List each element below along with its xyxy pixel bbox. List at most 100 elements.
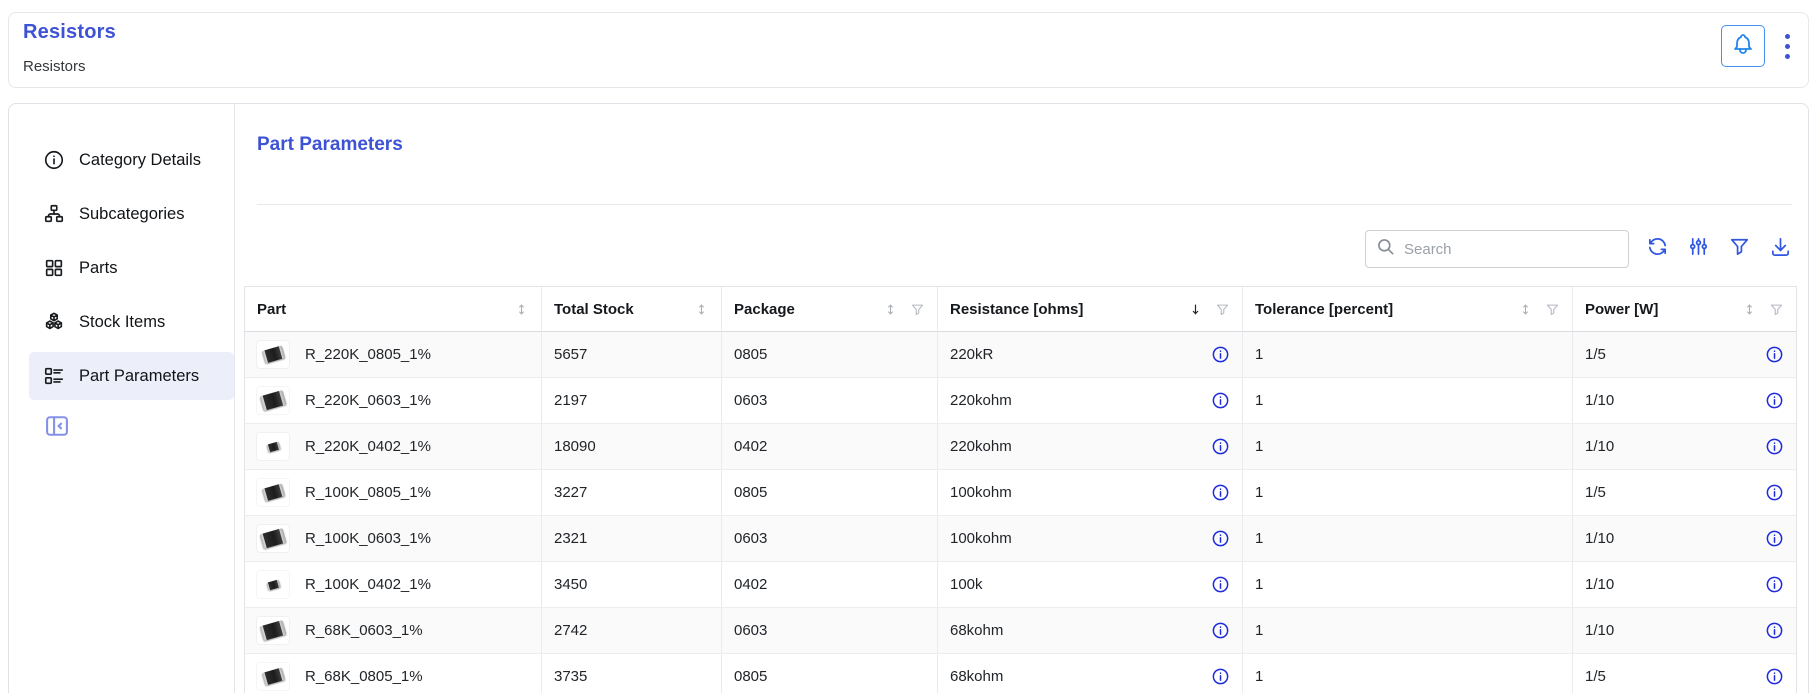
table-row[interactable]: R_220K_0805_1%56570805220kR11/5 xyxy=(245,332,1796,378)
resistance-cell: 100k xyxy=(938,562,1243,608)
filter-column-icon[interactable] xyxy=(1769,302,1784,317)
column-header-part[interactable]: Part xyxy=(245,287,542,332)
page-title: Resistors xyxy=(23,21,1794,44)
resistance-cell: 220kohm xyxy=(938,378,1243,424)
sidebar-collapse-icon[interactable] xyxy=(43,412,71,440)
sort-icon[interactable] xyxy=(1742,302,1757,317)
table-row[interactable]: R_220K_0603_1%21970603220kohm11/10 xyxy=(245,378,1796,424)
table-row[interactable]: R_100K_0805_1%32270805100kohm11/5 xyxy=(245,470,1796,516)
sitemap-icon xyxy=(43,203,65,225)
table-row[interactable]: R_68K_0603_1%2742060368kohm11/10 xyxy=(245,608,1796,654)
info-icon[interactable] xyxy=(1765,575,1784,594)
filters-button[interactable] xyxy=(1727,237,1751,261)
resistance-cell: 68kohm xyxy=(938,654,1243,693)
info-icon[interactable] xyxy=(1211,345,1230,364)
package-cell: 0603 xyxy=(722,516,938,562)
table-row[interactable]: R_220K_0402_1%180900402220kohm11/10 xyxy=(245,424,1796,470)
package-cell: 0805 xyxy=(722,332,938,378)
power-value: 1/5 xyxy=(1585,484,1606,501)
sort-icon[interactable] xyxy=(1518,302,1533,317)
panel-title: Part Parameters xyxy=(257,134,1792,156)
resistor-chip-image xyxy=(261,345,285,363)
power-cell: 1/5 xyxy=(1573,470,1796,516)
tolerance-value: 1 xyxy=(1255,668,1263,685)
column-header-resistance-ohms[interactable]: Resistance [ohms] xyxy=(938,287,1243,332)
page-header: Resistors Resistors xyxy=(8,12,1809,88)
info-icon[interactable] xyxy=(1765,437,1784,456)
tolerance-value: 1 xyxy=(1255,346,1263,363)
table-row[interactable]: R_100K_0402_1%34500402100k11/10 xyxy=(245,562,1796,608)
resistance-value: 68kohm xyxy=(950,668,1003,685)
resistor-chip-image xyxy=(259,390,286,411)
resistance-cell: 100kohm xyxy=(938,516,1243,562)
resistance-value: 220kohm xyxy=(950,392,1012,409)
content-panel: Category Details Subcategories Parts Stock … xyxy=(8,103,1809,693)
info-icon[interactable] xyxy=(1211,575,1230,594)
sidebar-item-subcategories[interactable]: Subcategories xyxy=(29,190,234,238)
filter-column-icon[interactable] xyxy=(910,302,925,317)
search-input[interactable] xyxy=(1404,241,1618,258)
table-options-button[interactable] xyxy=(1686,237,1710,261)
info-icon[interactable] xyxy=(1211,483,1230,502)
part-cell: R_220K_0805_1% xyxy=(245,332,542,378)
resistance-value: 100kohm xyxy=(950,484,1012,501)
part-cell: R_220K_0402_1% xyxy=(245,424,542,470)
table-row[interactable]: R_68K_0805_1%3735080568kohm11/5 xyxy=(245,654,1796,693)
filter-column-icon[interactable] xyxy=(1545,302,1560,317)
info-icon[interactable] xyxy=(1765,529,1784,548)
filter-icon xyxy=(1728,235,1751,263)
column-label: Package xyxy=(734,301,795,318)
download-icon xyxy=(1769,235,1792,263)
page: Resistors Resistors Category Details Subc… xyxy=(0,0,1817,693)
sidebar-item-parts[interactable]: Parts xyxy=(29,244,234,292)
sort-icon[interactable] xyxy=(694,302,709,317)
sort-icon[interactable] xyxy=(514,302,529,317)
column-header-package[interactable]: Package xyxy=(722,287,938,332)
filter-column-icon[interactable] xyxy=(1215,302,1230,317)
power-cell: 1/10 xyxy=(1573,562,1796,608)
total_stock-value: 18090 xyxy=(554,438,596,455)
resistance-value: 100kohm xyxy=(950,530,1012,547)
info-icon[interactable] xyxy=(1211,437,1230,456)
info-icon[interactable] xyxy=(1211,667,1230,686)
resistor-chip-image xyxy=(261,667,285,685)
info-icon[interactable] xyxy=(1211,391,1230,410)
info-icon[interactable] xyxy=(1211,621,1230,640)
column-header-power-w[interactable]: Power [W] xyxy=(1573,287,1796,332)
total_stock-cell: 3450 xyxy=(542,562,722,608)
grid-icon xyxy=(43,257,65,279)
total_stock-cell: 5657 xyxy=(542,332,722,378)
column-header-total-stock[interactable]: Total Stock xyxy=(542,287,722,332)
info-circle-icon xyxy=(43,149,65,171)
download-data-button[interactable] xyxy=(1768,237,1792,261)
sidebar-item-category-details[interactable]: Category Details xyxy=(29,136,234,184)
sidebar-nav: Category Details Subcategories Parts Stock … xyxy=(9,136,234,400)
sidebar-item-label: Stock Items xyxy=(79,313,165,332)
sidebar-item-label: Category Details xyxy=(79,151,201,170)
sidebar-item-label: Subcategories xyxy=(79,205,185,224)
breadcrumb[interactable]: Resistors xyxy=(23,58,1794,75)
info-icon[interactable] xyxy=(1765,483,1784,502)
info-icon[interactable] xyxy=(1765,345,1784,364)
bell-icon xyxy=(1731,32,1755,61)
table-row[interactable]: R_100K_0603_1%23210603100kohm11/10 xyxy=(245,516,1796,562)
resistance-cell: 68kohm xyxy=(938,608,1243,654)
part-parameters-table: PartTotal Stock Package Resistance [ohms]T… xyxy=(244,286,1797,693)
part-cell: R_100K_0603_1% xyxy=(245,516,542,562)
sort-desc-icon[interactable] xyxy=(1188,302,1203,317)
notifications-button[interactable] xyxy=(1721,25,1765,67)
info-icon[interactable] xyxy=(1765,667,1784,686)
tolerance-value: 1 xyxy=(1255,392,1263,409)
refresh-button[interactable] xyxy=(1645,237,1669,261)
tolerance-value: 1 xyxy=(1255,438,1263,455)
more-options-icon[interactable] xyxy=(1779,30,1796,63)
column-header-tolerance-percent[interactable]: Tolerance [percent] xyxy=(1243,287,1573,332)
package-value: 0603 xyxy=(734,530,767,547)
sidebar-item-part-parameters[interactable]: Part Parameters xyxy=(29,352,234,400)
part-thumbnail xyxy=(257,479,289,506)
info-icon[interactable] xyxy=(1765,621,1784,640)
sort-icon[interactable] xyxy=(883,302,898,317)
sidebar-item-stock-items[interactable]: Stock Items xyxy=(29,298,234,346)
info-icon[interactable] xyxy=(1211,529,1230,548)
info-icon[interactable] xyxy=(1765,391,1784,410)
